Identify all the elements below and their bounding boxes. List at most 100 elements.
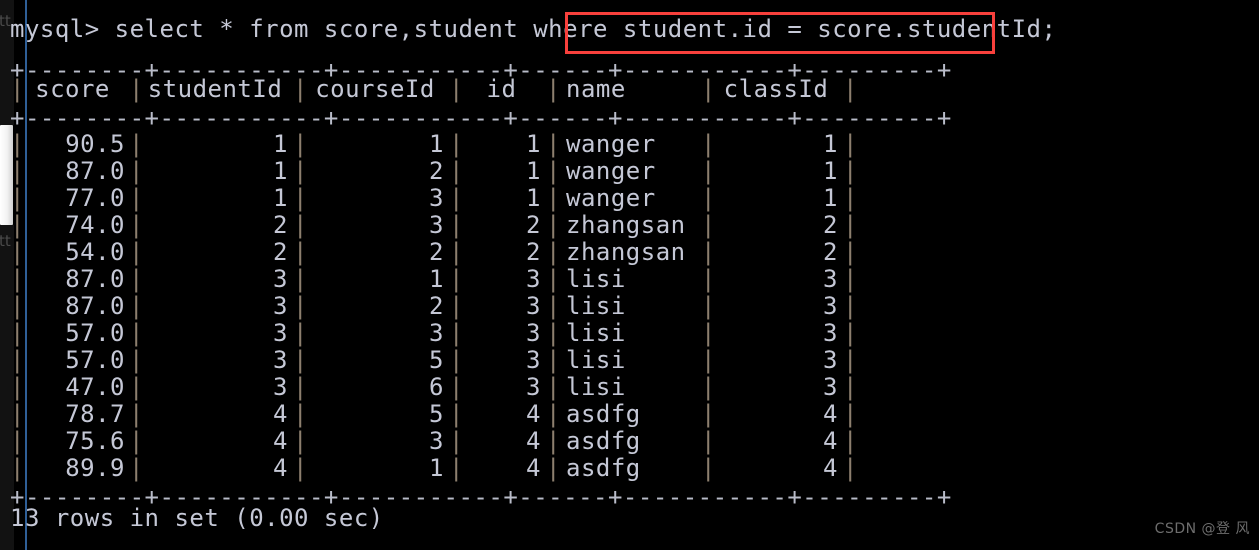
cell-classid: 1 — [823, 184, 838, 212]
row-pipe-6: | — [843, 427, 858, 455]
cell-score: 74.0 — [65, 211, 125, 239]
row-pipe-6: | — [843, 184, 858, 212]
cell-studentid: 1 — [273, 130, 288, 158]
row-pipe-4: | — [546, 454, 561, 482]
row-pipe-4: | — [546, 130, 561, 158]
cell-classid: 2 — [823, 238, 838, 266]
cell-name: lisi — [566, 265, 626, 293]
cell-courseid: 3 — [429, 427, 444, 455]
cell-studentid: 3 — [273, 373, 288, 401]
cell-classid: 1 — [823, 157, 838, 185]
cell-score: 75.6 — [65, 427, 125, 455]
cell-name: lisi — [566, 346, 626, 374]
row-pipe-6: | — [843, 454, 858, 482]
cell-name: asdfg — [566, 427, 641, 455]
cell-id: 3 — [526, 292, 541, 320]
cell-courseid: 1 — [429, 130, 444, 158]
cell-classid: 3 — [823, 346, 838, 374]
cell-id: 3 — [526, 319, 541, 347]
cell-classid: 3 — [823, 292, 838, 320]
cell-studentid: 3 — [273, 346, 288, 374]
row-pipe-4: | — [546, 157, 561, 185]
column-header-classid: classId — [723, 75, 829, 103]
cell-studentid: 2 — [273, 238, 288, 266]
cell-studentid: 1 — [273, 157, 288, 185]
cell-courseid: 3 — [429, 184, 444, 212]
row-pipe-6: | — [843, 373, 858, 401]
mysql-terminal-window: tt tt mysql> select * from score,student… — [0, 0, 1259, 550]
row-pipe-4: | — [546, 292, 561, 320]
row-pipe-4: | — [546, 400, 561, 428]
cell-id: 3 — [526, 373, 541, 401]
cell-name: lisi — [566, 373, 626, 401]
row-pipe-6: | — [843, 265, 858, 293]
row-pipe-4: | — [546, 427, 561, 455]
row-pipe-4: | — [546, 319, 561, 347]
row-pipe-4: | — [546, 211, 561, 239]
row-pipe-6: | — [843, 211, 858, 239]
cell-courseid: 3 — [429, 319, 444, 347]
table-header-row: | score | studentId | courseId | id | na… — [10, 76, 857, 106]
cell-score: 90.5 — [65, 130, 125, 158]
cell-score: 54.0 — [65, 238, 125, 266]
row-pipe-4: | — [546, 238, 561, 266]
cell-name: asdfg — [566, 454, 641, 482]
cell-score: 87.0 — [65, 265, 125, 293]
cell-classid: 3 — [823, 373, 838, 401]
cell-name: wanger — [566, 157, 656, 185]
cell-score: 47.0 — [65, 373, 125, 401]
cell-name: wanger — [566, 184, 656, 212]
cell-studentid: 2 — [273, 211, 288, 239]
row-pipe-6: | — [843, 400, 858, 428]
sql-prompt-line: mysql> select * from score,student where… — [10, 15, 1057, 43]
cell-courseid: 1 — [429, 454, 444, 482]
cell-courseid: 2 — [429, 238, 444, 266]
cell-name: lisi — [566, 292, 626, 320]
column-header-id: id — [486, 75, 517, 103]
header-pipe-6: | — [843, 75, 858, 103]
cell-classid: 4 — [823, 427, 838, 455]
cell-id: 1 — [526, 157, 541, 185]
terminal-output-area[interactable]: mysql> select * from score,student where… — [0, 0, 1259, 550]
cell-classid: 3 — [823, 265, 838, 293]
cell-courseid: 3 — [429, 211, 444, 239]
row-pipe-6: | — [843, 130, 858, 158]
cell-courseid: 5 — [429, 400, 444, 428]
cell-studentid: 3 — [273, 265, 288, 293]
cell-id: 2 — [526, 238, 541, 266]
column-header-score: score — [35, 75, 110, 103]
row-pipe-4: | — [546, 184, 561, 212]
header-pipe-4: | — [546, 75, 561, 103]
cell-id: 1 — [526, 130, 541, 158]
row-pipe-4: | — [546, 346, 561, 374]
cell-score: 57.0 — [65, 319, 125, 347]
cell-id: 2 — [526, 211, 541, 239]
cell-classid: 4 — [823, 400, 838, 428]
cell-score: 87.0 — [65, 292, 125, 320]
cell-classid: 2 — [823, 211, 838, 239]
cell-studentid: 3 — [273, 292, 288, 320]
cell-studentid: 4 — [273, 400, 288, 428]
cell-name: asdfg — [566, 400, 641, 428]
cell-classid: 3 — [823, 319, 838, 347]
row-pipe-6: | — [843, 346, 858, 374]
cell-score: 78.7 — [65, 400, 125, 428]
cell-name: zhangsan — [566, 238, 686, 266]
cell-id: 4 — [526, 427, 541, 455]
column-header-name: name — [566, 75, 626, 103]
row-pipe-4: | — [546, 373, 561, 401]
cell-id: 3 — [526, 346, 541, 374]
cell-studentid: 1 — [273, 184, 288, 212]
table-rule-middle: +--------+-----------+-----------+------… — [10, 104, 952, 132]
cell-courseid: 2 — [429, 157, 444, 185]
cell-courseid: 2 — [429, 292, 444, 320]
row-pipe-4: | — [546, 265, 561, 293]
cell-classid: 4 — [823, 454, 838, 482]
row-pipe-6: | — [843, 292, 858, 320]
column-header-studentid: studentId — [147, 75, 283, 103]
row-pipe-6: | — [843, 157, 858, 185]
cell-name: wanger — [566, 130, 656, 158]
cell-studentid: 4 — [273, 427, 288, 455]
cell-score: 87.0 — [65, 157, 125, 185]
column-header-courseid: courseId — [315, 75, 435, 103]
